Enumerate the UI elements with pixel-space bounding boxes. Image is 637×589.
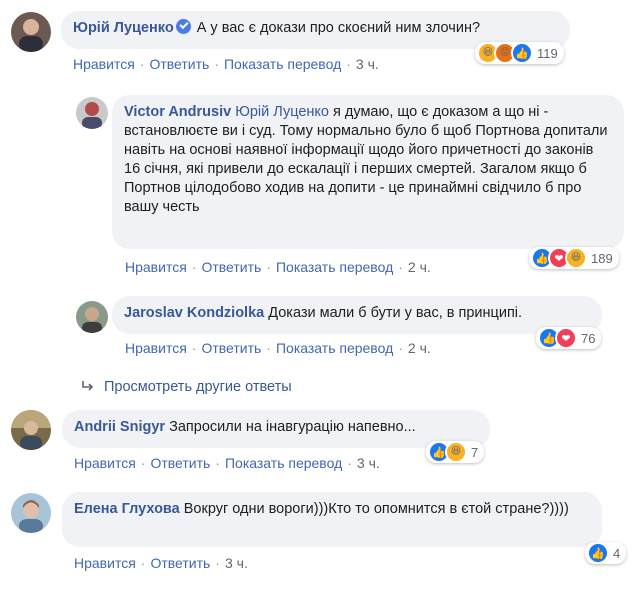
comment-actions: Нравится · Ответить · Показать перевод · 3 ч. xyxy=(74,455,380,471)
translate-link[interactable]: Показать перевод xyxy=(225,455,342,471)
more-replies-link[interactable]: Просмотреть другие ответы xyxy=(82,379,292,395)
like-icon: 👍 xyxy=(511,42,533,64)
reactions-summary[interactable]: 👍 ❤ 76 xyxy=(536,327,602,349)
reactions-summary[interactable]: 👍 ❤ 😆 189 xyxy=(529,247,619,269)
comment-actions: Нравится · Ответить · Показать перевод · 2 ч. xyxy=(125,259,431,275)
comment-author[interactable]: Jaroslav Kondziolka xyxy=(124,305,264,321)
reaction-count: 189 xyxy=(591,250,613,266)
comment-text: А у вас є докази про скоєний ним злочин? xyxy=(192,20,481,36)
reply-link[interactable]: Ответить xyxy=(150,555,210,571)
comment-text: Запросили на інавгурацію напевно... xyxy=(169,419,416,435)
timestamp[interactable]: 3 ч. xyxy=(356,56,379,72)
translate-link[interactable]: Показать перевод xyxy=(224,56,341,72)
reactions-summary[interactable]: 👍 4 xyxy=(585,542,627,564)
comment-bubble: Victor Andrusiv Юрій Луценко я думаю, що… xyxy=(112,95,624,249)
avatar[interactable] xyxy=(76,301,108,333)
reply-arrow-icon xyxy=(82,379,94,391)
comment-text: я думаю, що є доказом а що ні - встановл… xyxy=(124,104,608,215)
avatar[interactable] xyxy=(11,410,51,450)
translate-link[interactable]: Показать перевод xyxy=(276,259,393,275)
timestamp[interactable]: 3 ч. xyxy=(225,555,248,571)
reactions-summary[interactable]: 😆 😡 👍 119 xyxy=(475,42,564,64)
like-link[interactable]: Нравится xyxy=(125,259,187,275)
comment-text: Вокруг одни вороги)))Кто то опомнится в … xyxy=(183,501,569,517)
comment-bubble: Jaroslav Kondziolka Докази мали б бути у… xyxy=(112,296,602,334)
reply-link[interactable]: Ответить xyxy=(150,455,210,471)
reply-link[interactable]: Ответить xyxy=(149,56,209,72)
like-link[interactable]: Нравится xyxy=(73,56,135,72)
reaction-count: 4 xyxy=(613,545,621,561)
reactions-summary[interactable]: 👍 😆 7 xyxy=(426,441,485,463)
comment-author[interactable]: Елена Глухова xyxy=(74,501,180,517)
comment-text: Докази мали б бути у вас, в принципі. xyxy=(268,305,523,321)
comment-bubble: Елена Глухова Вокруг одни вороги)))Кто т… xyxy=(62,492,602,547)
comment-author[interactable]: Victor Andrusiv xyxy=(124,104,231,120)
translate-link[interactable]: Показать перевод xyxy=(276,340,393,356)
comment-actions: Нравится · Ответить · Показать перевод · 3 ч. xyxy=(73,56,379,72)
comment-author[interactable]: Andrii Snigyr xyxy=(74,419,165,435)
reply-link[interactable]: Ответить xyxy=(201,340,261,356)
timestamp[interactable]: 2 ч. xyxy=(408,259,431,275)
love-icon: ❤ xyxy=(555,327,577,349)
avatar[interactable] xyxy=(76,97,108,129)
comment-author[interactable]: Юрій Луценко xyxy=(73,20,174,36)
timestamp[interactable]: 3 ч. xyxy=(357,455,380,471)
timestamp[interactable]: 2 ч. xyxy=(408,340,431,356)
comment-bubble: Andrii Snigyr Запросили на інавгурацію н… xyxy=(62,410,490,448)
reply-link[interactable]: Ответить xyxy=(201,259,261,275)
comment-actions: Нравится · Ответить · 3 ч. xyxy=(74,555,248,571)
verified-badge-icon xyxy=(175,19,191,34)
like-link[interactable]: Нравится xyxy=(74,555,136,571)
mention-link[interactable]: Юрій Луценко xyxy=(235,104,329,120)
more-replies-label: Просмотреть другие ответы xyxy=(104,379,292,395)
haha-icon: 😆 xyxy=(445,441,467,463)
reaction-count: 76 xyxy=(581,330,596,346)
reaction-count: 7 xyxy=(471,444,479,460)
avatar[interactable] xyxy=(11,493,51,533)
reaction-count: 119 xyxy=(537,45,558,61)
like-link[interactable]: Нравится xyxy=(125,340,187,356)
avatar[interactable] xyxy=(11,12,51,52)
like-icon: 👍 xyxy=(587,542,609,564)
comment-actions: Нравится · Ответить · Показать перевод · 2 ч. xyxy=(125,340,431,356)
haha-icon: 😆 xyxy=(565,247,587,269)
like-link[interactable]: Нравится xyxy=(74,455,136,471)
